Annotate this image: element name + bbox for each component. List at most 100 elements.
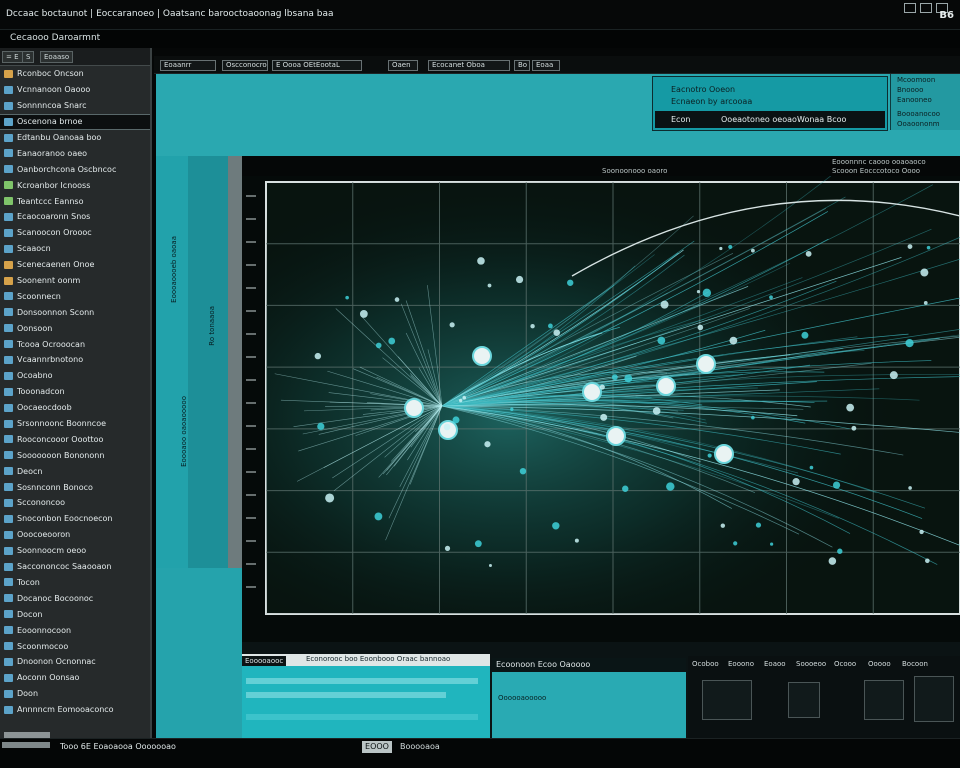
maximize-icon[interactable] xyxy=(920,3,932,13)
file-icon xyxy=(4,594,13,603)
minimize-icon[interactable] xyxy=(904,3,916,13)
left-panel-inner xyxy=(188,156,228,568)
toolbar-button-5[interactable]: Ecocanet Oboa xyxy=(428,60,510,71)
header-panel: Eacnotro Ooeon Ecnaeon by arcooaa Econ O… xyxy=(156,74,960,156)
sidebar-item[interactable]: Oonsoon xyxy=(0,320,150,336)
toolbar-button-1[interactable]: Eoaanrr xyxy=(160,60,216,71)
sidebar-item[interactable]: Sooooooon Bonononn xyxy=(0,447,150,463)
toolbar-button-7[interactable]: Eoaa xyxy=(532,60,560,71)
visualization-canvas[interactable]: Eooonnnc caooo ooaoaoco Scooon Eocccotoc… xyxy=(242,156,960,642)
sidebar-item[interactable]: Donsoonnon Sconn xyxy=(0,304,150,320)
sidebar-item[interactable]: Scanoocon Oroooc xyxy=(0,225,150,241)
info-bar-item-1[interactable]: Econ xyxy=(671,115,690,124)
sidebar-item[interactable]: Sosnnconn Bonoco xyxy=(0,479,150,495)
sidebar-item[interactable]: Vcnnanoon Oaooo xyxy=(0,82,150,98)
sidebar-item[interactable]: Tcooa Ocrooocan xyxy=(0,336,150,352)
sidebar-item[interactable]: Tocon xyxy=(0,575,150,591)
bottom-right-item-5[interactable]: Ocooo xyxy=(834,660,856,668)
status-scrollbar[interactable] xyxy=(2,742,50,748)
thumbnail-box[interactable] xyxy=(864,680,904,720)
sidebar-item[interactable]: Vcaannrbnotono xyxy=(0,352,150,368)
sidebar-tab-3[interactable]: Eoaaso xyxy=(40,51,74,63)
sidebar-item[interactable]: Kcroanbor Icnooss xyxy=(0,177,150,193)
info-card: Eacnotro Ooeon Ecnaeon by arcooaa Econ O… xyxy=(652,76,888,131)
sidebar-item[interactable]: Scoonnecn xyxy=(0,288,150,304)
info-bar-item-3[interactable]: Wonaa Bcoo xyxy=(797,115,846,124)
sidebar-item[interactable]: Annnncm Eomooaconco xyxy=(0,702,150,718)
sidebar-item[interactable]: Tooonadcon xyxy=(0,384,150,400)
toolbar-button-6[interactable]: Bo xyxy=(514,60,530,71)
sidebar-list: Rconboc Oncson Vcnnanoon Oaooo Sonnnncoa S… xyxy=(0,66,150,718)
sidebar-tab-2[interactable]: S xyxy=(22,51,35,63)
sidebar-item[interactable]: Docanoc Bocoonoc xyxy=(0,590,150,606)
file-icon xyxy=(4,355,13,364)
sidebar-item[interactable]: Oscenona brnoe xyxy=(0,113,150,130)
toolbar-button-3[interactable]: E Oooa OEtEootaL xyxy=(272,60,362,71)
sidebar-item[interactable]: Ecaocoaronn Snos xyxy=(0,209,150,225)
thumbnail-box[interactable] xyxy=(702,680,752,720)
sidebar-item[interactable]: Doon xyxy=(0,686,150,702)
left-panel: Eoooaoooeb oaoaa Ro tonaaoa Eoooaoo oaoa… xyxy=(156,156,228,568)
thumbnail-box[interactable] xyxy=(914,676,954,722)
bottom-row[interactable] xyxy=(246,692,446,698)
side-card-line-2: Bnoooo xyxy=(897,86,924,94)
file-icon xyxy=(4,419,13,428)
sidebar-item[interactable]: Srsonnoonc Boonncoe xyxy=(0,416,150,432)
bottom-right-item-3[interactable]: Eoaoo xyxy=(764,660,786,668)
sidebar-item[interactable]: Ooocoeooron xyxy=(0,527,150,543)
sidebar-item[interactable]: Snoconbon Eoocnoecon xyxy=(0,511,150,527)
sidebar-item[interactable]: Soonennt oonm xyxy=(0,273,150,289)
node-marker xyxy=(388,337,396,345)
sidebar-item-label: Teantccc Eannso xyxy=(17,196,84,206)
sidebar-item-label: Scenecaenen Onoe xyxy=(17,260,95,270)
bottom-row[interactable] xyxy=(246,714,478,720)
node-marker xyxy=(345,295,349,300)
divider-strip[interactable] xyxy=(228,156,242,568)
sidebar-item[interactable]: Dnoonon Ocnonnac xyxy=(0,654,150,670)
sidebar-item[interactable]: Scaaocn xyxy=(0,241,150,257)
visualization-panel[interactable]: Eooonnnc caooo ooaoaoco Scooon Eocccotoc… xyxy=(242,156,960,642)
sidebar-item[interactable]: Eooonnocoon xyxy=(0,622,150,638)
sidebar-item[interactable]: Docon xyxy=(0,606,150,622)
sidebar-item[interactable]: Soonnoocm oeoo xyxy=(0,543,150,559)
info-bar-item-2[interactable]: Ooeaotoneo oeoao xyxy=(721,115,797,124)
node-marker xyxy=(729,336,738,345)
sidebar-item[interactable]: Scoonmocoo xyxy=(0,638,150,654)
node-marker xyxy=(837,548,843,554)
sidebar-item[interactable]: Scenecaenen Onoe xyxy=(0,257,150,273)
sidebar-item[interactable]: Oanborchcona Oscbncoc xyxy=(0,161,150,177)
bottom-right-item-6[interactable]: Ooooo xyxy=(868,660,891,668)
sidebar-tab-1[interactable]: = E xyxy=(2,51,23,63)
sidebar-item-label: Deocn xyxy=(17,466,43,476)
sidebar-item[interactable]: Edtanbu Oanoaa boo xyxy=(0,130,150,146)
thumbnail-box[interactable] xyxy=(788,682,820,718)
sidebar-item[interactable]: Oocaeocdoob xyxy=(0,400,150,416)
file-icon xyxy=(4,308,13,317)
bottom-right-item-7[interactable]: Bocoon xyxy=(902,660,928,668)
sidebar-item[interactable]: Saccononcoc Saaooaon xyxy=(0,559,150,575)
sidebar-item[interactable]: Ocoabno xyxy=(0,368,150,384)
bottom-right-item-2[interactable]: Eooono xyxy=(728,660,754,668)
sidebar-item[interactable]: Teantccc Eannso xyxy=(0,193,150,209)
sidebar-item-label: Sccononcoo xyxy=(17,498,65,508)
bottom-tab[interactable]: Eooooaooc xyxy=(242,656,287,666)
sidebar-item[interactable]: Rooconcooor Ooottoo xyxy=(0,431,150,447)
sidebar-item[interactable]: Sccononcoo xyxy=(0,495,150,511)
sidebar-item[interactable]: Aoconn Oonsao xyxy=(0,670,150,686)
bottom-mid-label: Oooooaooooo xyxy=(498,694,547,702)
sidebar-item[interactable]: Deocn xyxy=(0,463,150,479)
sidebar-item[interactable]: Eanaoranoo oaeo xyxy=(0,145,150,161)
sidebar-item[interactable]: Sonnnncoa Snarc xyxy=(0,98,150,114)
node-marker xyxy=(548,323,553,329)
sidebar-item[interactable]: Rconboc Oncson xyxy=(0,66,150,82)
sidebar-item-label: Oscenona brnoe xyxy=(17,117,83,127)
status-right-text: Booooaoa xyxy=(400,742,440,751)
sidebar-item-label: Doon xyxy=(17,689,39,699)
bottom-right-item-4[interactable]: Soooeoo xyxy=(796,660,826,668)
toolbar-button-2[interactable]: Oscconocro xyxy=(222,60,268,71)
file-icon xyxy=(4,85,13,94)
bottom-row[interactable] xyxy=(246,678,478,684)
bottom-right-item-1[interactable]: Ocoboo xyxy=(692,660,719,668)
toolbar-button-4[interactable]: Oaen xyxy=(388,60,418,71)
status-badge[interactable]: EOOO xyxy=(362,741,392,753)
